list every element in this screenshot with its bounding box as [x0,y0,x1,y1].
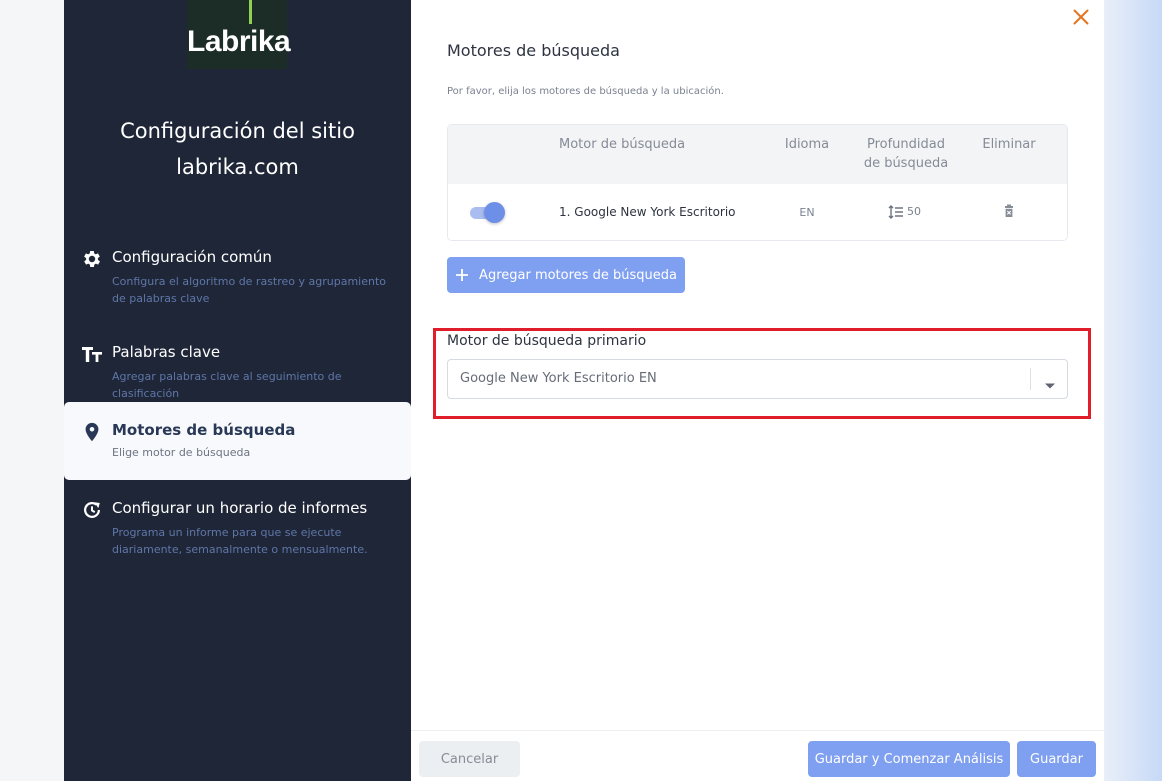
site-domain: labrika.com [176,155,299,179]
sidebar-item-desc: Agregar palabras clave al seguimiento de… [112,370,342,400]
chevron-down-icon [1044,375,1056,389]
engine-enabled-toggle[interactable] [470,202,505,223]
location-pin-icon [81,421,103,443]
engine-depth-value: 50 [907,205,921,218]
cancel-button[interactable]: Cancelar [419,741,520,777]
engine-name: 1. Google New York Escritorio [559,205,736,219]
labrika-logo: Labrika [187,0,291,69]
engine-depth[interactable]: 50 [888,203,921,221]
table-row: 1. Google New York Escritorio EN 50 [448,184,1067,240]
sidebar-item-report-schedule[interactable]: Configurar un horario de informes Progra… [64,497,411,567]
text-size-icon [81,343,103,365]
sidebar-item-search-engines[interactable]: Motores de búsqueda Elige motor de búsqu… [64,402,411,480]
close-icon [1073,9,1089,25]
toggle-knob [484,202,505,223]
column-header-engine: Motor de búsqueda [559,137,686,152]
sidebar-item-desc: Configura el algoritmo de rastreo y agru… [112,275,387,305]
sidebar-item-desc: Programa un informe para que se ejecute … [112,526,368,556]
sidebar-item-label: Motores de búsqueda [112,421,296,439]
primary-engine-select-value: Google New York Escritorio EN [460,371,657,386]
primary-engine-select[interactable]: Google New York Escritorio EN [447,359,1068,399]
close-button[interactable] [1070,6,1092,28]
page-title: Motores de búsqueda [447,41,620,60]
footer-divider [411,730,1104,731]
engine-language: EN [799,206,815,219]
main-panel: Motores de búsqueda Por favor, elija los… [411,0,1104,781]
select-separator [1030,368,1031,390]
sidebar-item-keywords[interactable]: Palabras clave Agregar palabras clave al… [64,341,411,400]
logo-text: Labrika [187,25,291,58]
site-settings-title: Configuración del sitio labrika.com [64,113,411,185]
save-button[interactable]: Guardar [1017,741,1096,777]
column-header-depth-line1: Profundidad [866,137,945,152]
trash-icon [1005,204,1013,217]
add-search-engines-button[interactable]: Agregar motores de búsqueda [447,257,685,293]
primary-engine-label: Motor de búsqueda primario [447,333,647,349]
table-header: Motor de búsqueda Idioma Profundidad de … [448,125,1067,184]
gear-icon [81,248,103,270]
save-and-start-analysis-button[interactable]: Guardar y Comenzar Análisis [808,741,1010,777]
logo-accent-bar [249,0,252,24]
site-settings-title-line1: Configuración del sitio [120,119,355,143]
column-header-depth-line2: de búsqueda [863,156,949,171]
page-subtitle: Por favor, elija los motores de búsqueda… [447,86,724,97]
plus-icon [456,269,469,281]
sidebar-item-desc: Elige motor de búsqueda [112,446,251,459]
sidebar-item-label: Configurar un horario de informes [112,499,368,517]
search-engines-table: Motor de búsqueda Idioma Profundidad de … [447,124,1068,241]
sidebar-item-label: Configuración común [112,248,272,266]
backdrop-left [0,0,64,781]
backdrop-right [1104,0,1162,781]
schedule-refresh-icon [81,499,103,521]
sidebar-item-label: Palabras clave [112,343,221,361]
column-header-language: Idioma [784,137,830,152]
add-search-engines-label: Agregar motores de búsqueda [479,267,677,283]
sidebar: Labrika Configuración del sitio labrika.… [64,0,411,781]
column-header-depth: Profundidad de búsqueda [846,135,966,173]
depth-sort-icon [888,205,903,219]
delete-engine-button[interactable] [1002,203,1016,221]
column-header-delete: Eliminar [982,137,1036,152]
sidebar-item-common-settings[interactable]: Configuración común Configura el algorit… [64,246,411,316]
